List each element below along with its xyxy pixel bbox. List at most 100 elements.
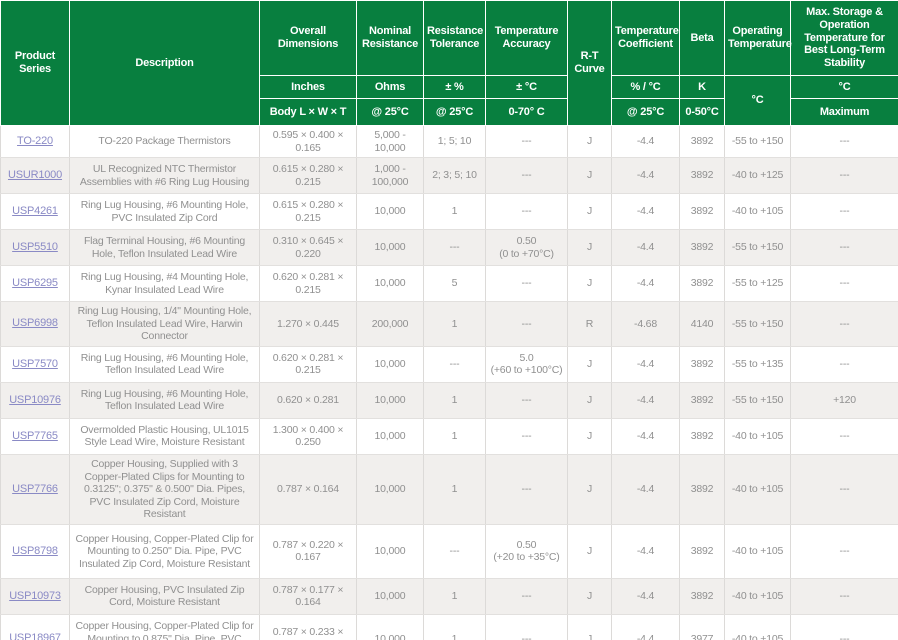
resistance-cell: 10,000 [357, 418, 424, 454]
accuracy-cell: --- [486, 302, 568, 347]
beta-cell: 3892 [680, 126, 725, 158]
accuracy-cell: --- [486, 454, 568, 524]
product-series-link[interactable]: USP7766 [12, 483, 58, 495]
coefficient-cell: -4.4 [612, 382, 680, 418]
rt-curve-cell: J [568, 158, 612, 194]
header-operating-unit: °C [725, 76, 791, 126]
header-dimensions-condition: Body L × W × T [260, 99, 357, 126]
max-storage-cell: --- [791, 230, 898, 266]
resistance-cell: 10,000 [357, 614, 424, 640]
description-cell: Copper Housing, PVC Insulated Zip Cord, … [70, 578, 260, 614]
max-storage-cell: --- [791, 302, 898, 347]
product-series-cell: USP10976 [1, 382, 70, 418]
product-series-link[interactable]: USP7570 [12, 358, 58, 370]
header-product-series: Product Series [1, 1, 70, 126]
beta-cell: 4140 [680, 302, 725, 347]
dimensions-cell: 0.787 × 0.220 × 0.167 [260, 524, 357, 578]
product-series-link[interactable]: USP18967 [9, 632, 61, 640]
table-body: TO-220 TO-220 Package Thermistors 0.595 … [1, 126, 898, 640]
product-series-cell: USP7765 [1, 418, 70, 454]
dimensions-cell: 0.787 × 0.177 × 0.164 [260, 578, 357, 614]
accuracy-cell: 0.50 (+20 to +35°C) [486, 524, 568, 578]
product-series-link[interactable]: USP4261 [12, 205, 58, 217]
tolerance-cell: 1 [424, 454, 486, 524]
header-coefficient-condition: @ 25°C [612, 99, 680, 126]
dimensions-cell: 0.787 × 0.164 [260, 454, 357, 524]
resistance-cell: 5,000 - 10,000 [357, 126, 424, 158]
header-temperature-coefficient: Temperature Coefficient [612, 1, 680, 76]
operating-cell: -40 to +125 [725, 158, 791, 194]
rt-curve-cell: J [568, 266, 612, 302]
operating-cell: -40 to +105 [725, 524, 791, 578]
dimensions-cell: 0.615 × 0.280 × 0.215 [260, 194, 357, 230]
product-series-cell: USP6295 [1, 266, 70, 302]
resistance-cell: 10,000 [357, 266, 424, 302]
resistance-cell: 10,000 [357, 194, 424, 230]
table-row: USP5510 Flag Terminal Housing, #6 Mounti… [1, 230, 898, 266]
resistance-cell: 10,000 [357, 454, 424, 524]
max-storage-cell: --- [791, 454, 898, 524]
header-tolerance-unit: ± % [424, 76, 486, 99]
rt-curve-cell: R [568, 302, 612, 347]
product-series-link[interactable]: USP6295 [12, 277, 58, 289]
accuracy-cell: --- [486, 614, 568, 640]
dimensions-cell: 0.620 × 0.281 × 0.215 [260, 346, 357, 382]
rt-curve-cell: J [568, 578, 612, 614]
operating-cell: -55 to +150 [725, 230, 791, 266]
product-series-link[interactable]: USP8798 [12, 545, 58, 557]
header-accuracy-condition: 0-70° C [486, 99, 568, 126]
accuracy-cell: 5.0 (+60 to +100°C) [486, 346, 568, 382]
product-series-link[interactable]: USUR1000 [8, 169, 62, 181]
operating-cell: -40 to +105 [725, 614, 791, 640]
product-series-link[interactable]: USP10973 [9, 590, 61, 602]
tolerance-cell: 1 [424, 382, 486, 418]
rt-curve-cell: J [568, 382, 612, 418]
coefficient-cell: -4.4 [612, 126, 680, 158]
max-storage-cell: --- [791, 158, 898, 194]
product-series-link[interactable]: TO-220 [17, 135, 53, 147]
beta-cell: 3892 [680, 266, 725, 302]
product-series-link[interactable]: USP5510 [12, 241, 58, 253]
tolerance-cell: --- [424, 346, 486, 382]
header-beta-unit: K [680, 76, 725, 99]
product-series-cell: USP4261 [1, 194, 70, 230]
tolerance-cell: 1 [424, 194, 486, 230]
beta-cell: 3892 [680, 158, 725, 194]
coefficient-cell: -4.4 [612, 346, 680, 382]
description-cell: Flag Terminal Housing, #6 Mounting Hole,… [70, 230, 260, 266]
max-storage-cell: --- [791, 194, 898, 230]
header-dimensions-unit: Inches [260, 76, 357, 99]
tolerance-cell: --- [424, 230, 486, 266]
max-storage-cell: --- [791, 524, 898, 578]
product-series-link[interactable]: USP10976 [9, 394, 61, 406]
dimensions-cell: 1.270 × 0.445 [260, 302, 357, 347]
operating-cell: -55 to +150 [725, 382, 791, 418]
description-cell: Overmolded Plastic Housing, UL1015 Style… [70, 418, 260, 454]
tolerance-cell: 1 [424, 614, 486, 640]
dimensions-cell: 0.620 × 0.281 [260, 382, 357, 418]
operating-cell: -40 to +105 [725, 454, 791, 524]
product-series-cell: USUR1000 [1, 158, 70, 194]
table-row: TO-220 TO-220 Package Thermistors 0.595 … [1, 126, 898, 158]
operating-cell: -40 to +105 [725, 578, 791, 614]
product-series-link[interactable]: USP6998 [12, 317, 58, 329]
description-cell: Ring Lug Housing, 1/4" Mounting Hole, Te… [70, 302, 260, 347]
description-cell: Ring Lug Housing, #6 Mounting Hole, PVC … [70, 194, 260, 230]
header-beta: Beta [680, 1, 725, 76]
product-series-cell: USP5510 [1, 230, 70, 266]
operating-cell: -55 to +125 [725, 266, 791, 302]
table-row: USP10973 Copper Housing, PVC Insulated Z… [1, 578, 898, 614]
product-series-link[interactable]: USP7765 [12, 430, 58, 442]
beta-cell: 3892 [680, 382, 725, 418]
accuracy-cell: 0.50 (0 to +70°C) [486, 230, 568, 266]
product-series-cell: USP18967 [1, 614, 70, 640]
beta-cell: 3892 [680, 578, 725, 614]
dimensions-cell: 1.300 × 0.400 × 0.250 [260, 418, 357, 454]
table-row: USP7765 Overmolded Plastic Housing, UL10… [1, 418, 898, 454]
max-storage-cell: --- [791, 126, 898, 158]
max-storage-cell: +120 [791, 382, 898, 418]
product-series-cell: USP8798 [1, 524, 70, 578]
product-series-cell: USP10973 [1, 578, 70, 614]
product-series-cell: USP7766 [1, 454, 70, 524]
rt-curve-cell: J [568, 454, 612, 524]
